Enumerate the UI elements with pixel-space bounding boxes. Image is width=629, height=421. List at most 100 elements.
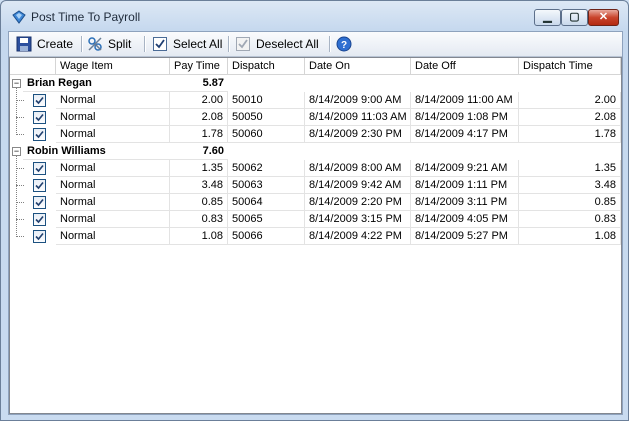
checkmark-icon (35, 215, 44, 224)
tree-connector (16, 88, 17, 135)
row-checkbox[interactable] (33, 196, 46, 209)
collapse-icon[interactable]: − (12, 147, 21, 156)
toolbar-separator (144, 36, 146, 52)
cell-wage-item: Normal (56, 109, 170, 126)
cell-dispatch: 50066 (228, 228, 305, 245)
tree-connector (16, 134, 24, 135)
cell-wage-item: Normal (56, 92, 170, 109)
cell-pay-time: 0.85 (170, 194, 228, 211)
cell-date-on: 8/14/2009 9:42 AM (305, 177, 411, 194)
cell-date-on: 8/14/2009 2:30 PM (305, 126, 411, 143)
maximize-button[interactable]: ▢ (561, 9, 588, 26)
cell-pay-time: 1.78 (170, 126, 228, 143)
create-button[interactable]: Create (16, 34, 76, 54)
group-total: 7.60 (170, 143, 228, 160)
toolbar: Create Split Select All Deselect All ? (9, 32, 622, 57)
tree-connector (16, 100, 24, 101)
cell-dispatch: 50064 (228, 194, 305, 211)
table-row[interactable]: Normal 0.85 50064 8/14/2009 2:20 PM 8/14/200… (10, 194, 621, 211)
table-row[interactable]: Normal 1.08 50066 8/14/2009 4:22 PM 8/14/200… (10, 228, 621, 245)
column-header-dispatch[interactable]: Dispatch (228, 58, 305, 75)
client-area: Create Split Select All Deselect All ? W… (8, 31, 623, 415)
cell-dispatch: 50065 (228, 211, 305, 228)
cell-date-off: 8/14/2009 4:17 PM (411, 126, 519, 143)
help-icon: ? (336, 36, 352, 52)
row-checkbox[interactable] (33, 94, 46, 107)
column-header-blank (10, 58, 56, 75)
cell-date-off: 8/14/2009 1:11 PM (411, 177, 519, 194)
row-checkbox[interactable] (33, 162, 46, 175)
tree-connector (16, 236, 24, 237)
cell-pay-time: 1.35 (170, 160, 228, 177)
cell-dispatch: 50063 (228, 177, 305, 194)
maximize-icon: ▢ (569, 11, 580, 23)
column-header-wage-item[interactable]: Wage Item (56, 58, 170, 75)
deselect-all-button[interactable]: Deselect All (235, 34, 325, 54)
cell-dispatch-time: 2.00 (519, 92, 621, 109)
row-checkbox[interactable] (33, 230, 46, 243)
row-checkbox[interactable] (33, 128, 46, 141)
cell-pay-time: 0.83 (170, 211, 228, 228)
table-row[interactable]: Normal 1.35 50062 8/14/2009 8:00 AM 8/14/200… (10, 160, 621, 177)
checkbox-checked-icon (153, 37, 167, 51)
checkmark-icon (35, 232, 44, 241)
cell-date-on: 8/14/2009 4:22 PM (305, 228, 411, 245)
row-checkbox[interactable] (33, 179, 46, 192)
row-checkbox[interactable] (33, 213, 46, 226)
window-title: Post Time To Payroll (31, 10, 141, 24)
checkmark-icon (35, 164, 44, 173)
cell-pay-time: 2.00 (170, 92, 228, 109)
table-row[interactable]: Normal 1.78 50060 8/14/2009 2:30 PM 8/14/200… (10, 126, 621, 143)
create-label: Create (37, 37, 74, 51)
select-all-label: Select All (173, 37, 223, 51)
minimize-icon: ▁ (543, 11, 552, 23)
cell-date-on: 8/14/2009 3:15 PM (305, 211, 411, 228)
cell-wage-item: Normal (56, 194, 170, 211)
cell-dispatch-time: 0.85 (519, 194, 621, 211)
group-row[interactable]: − Brian Regan 5.87 (10, 75, 621, 92)
save-icon (16, 36, 32, 52)
table-row[interactable]: Normal 0.83 50065 8/14/2009 3:15 PM 8/14/200… (10, 211, 621, 228)
deselect-all-label: Deselect All (256, 37, 319, 51)
group-total: 5.87 (170, 75, 228, 92)
cell-pay-time: 3.48 (170, 177, 228, 194)
table-row[interactable]: Normal 2.00 50010 8/14/2009 9:00 AM 8/14/200… (10, 92, 621, 109)
cell-date-off: 8/14/2009 3:11 PM (411, 194, 519, 211)
group-row[interactable]: − Robin Williams 7.60 (10, 143, 621, 160)
title-bar[interactable]: Post Time To Payroll ▁ ▢ ✕ (1, 1, 628, 31)
column-header-date-off[interactable]: Date Off (411, 58, 519, 75)
cell-dispatch: 50060 (228, 126, 305, 143)
tree-connector (16, 117, 24, 118)
cell-date-on: 8/14/2009 8:00 AM (305, 160, 411, 177)
column-header-dispatch-time[interactable]: Dispatch Time (519, 58, 621, 75)
payroll-grid[interactable]: Wage Item Pay Time Dispatch Date On Date… (9, 57, 622, 414)
checkmark-icon (35, 113, 44, 122)
cell-dispatch-time: 2.08 (519, 109, 621, 126)
cell-date-off: 8/14/2009 9:21 AM (411, 160, 519, 177)
table-row[interactable]: Normal 2.08 50050 8/14/2009 11:03 AM 8/14/20… (10, 109, 621, 126)
row-checkbox[interactable] (33, 111, 46, 124)
column-header-pay-time[interactable]: Pay Time (170, 58, 228, 75)
checkmark-icon (35, 181, 44, 190)
cell-date-off: 8/14/2009 4:05 PM (411, 211, 519, 228)
split-button[interactable]: Split (87, 34, 139, 54)
split-icon (88, 37, 102, 51)
help-button[interactable]: ? (336, 34, 354, 54)
checkmark-icon (35, 130, 44, 139)
select-all-button[interactable]: Select All (152, 34, 227, 54)
tree-connector (16, 185, 24, 186)
cell-pay-time: 2.08 (170, 109, 228, 126)
cell-dispatch: 50010 (228, 92, 305, 109)
group-name: Robin Williams (23, 143, 170, 160)
cell-date-off: 8/14/2009 1:08 PM (411, 109, 519, 126)
column-header-date-on[interactable]: Date On (305, 58, 411, 75)
cell-date-off: 8/14/2009 11:00 AM (411, 92, 519, 109)
cell-dispatch-time: 0.83 (519, 211, 621, 228)
app-icon (12, 10, 26, 24)
minimize-button[interactable]: ▁ (534, 9, 561, 26)
collapse-icon[interactable]: − (12, 79, 21, 88)
cell-dispatch-time: 1.78 (519, 126, 621, 143)
cell-wage-item: Normal (56, 160, 170, 177)
close-button[interactable]: ✕ (588, 9, 619, 26)
table-row[interactable]: Normal 3.48 50063 8/14/2009 9:42 AM 8/14/200… (10, 177, 621, 194)
